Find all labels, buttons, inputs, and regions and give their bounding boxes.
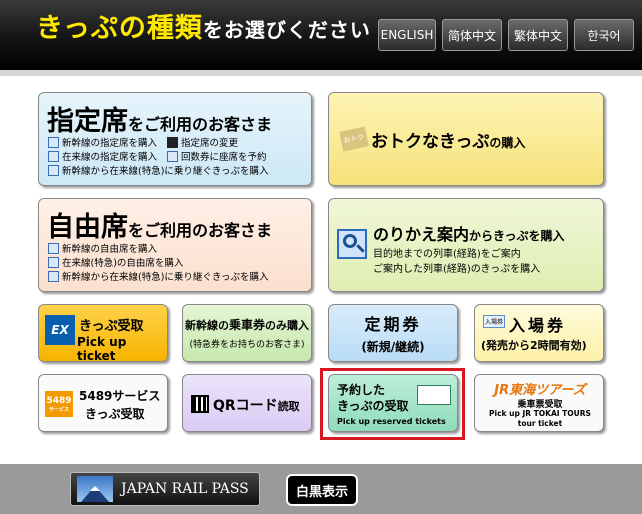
- title-main: きっぷの種類: [36, 13, 203, 44]
- platform-line2: (発売から2時間有効): [481, 339, 587, 352]
- reserved-item: 新幹線から在来線(特急)に乗り継ぐきっぷを購入: [48, 163, 269, 177]
- reserved-item-text: 新幹線の指定席を購入: [62, 138, 158, 149]
- transfer-icon: [48, 165, 59, 176]
- 5489-badge-sub: サービス: [48, 406, 69, 413]
- reserved-item-text: 新幹線から在来線(特急)に乗り継ぐきっぷを購入: [62, 166, 269, 177]
- reserved-pickup-line2: きっぷの受取: [337, 399, 409, 413]
- lang-zh-simplified-button[interactable]: 简体中文: [442, 19, 502, 51]
- unreserved-item-text: 在来線(特急)の自由席を購入: [62, 258, 184, 269]
- qr-line1-b: 読取: [277, 400, 300, 413]
- ex-pickup-button[interactable]: EX きっぷ受取 Pick up ticket: [38, 304, 168, 362]
- unreserved-item: 在来線(特急)の自由席を購入: [48, 255, 183, 269]
- otoku-title-rest: の購入: [489, 136, 526, 150]
- ex-logo-icon: EX: [45, 315, 75, 345]
- unreserved-item-text: 新幹線の自由席を購入: [62, 244, 158, 255]
- 5489-badge: 5489: [46, 395, 72, 406]
- mount-fuji-icon: [77, 476, 113, 502]
- lang-zh-traditional-button[interactable]: 繁体中文: [508, 19, 568, 51]
- divider: [0, 70, 642, 76]
- shinkansen-line1: 新幹線の乗車券のみ購入: [185, 316, 309, 333]
- tokai-tours-button[interactable]: JR東海ツアーズ 乗車票受取 Pick up JR TOKAI TOURS to…: [474, 374, 604, 432]
- ex-line1: きっぷ受取: [79, 319, 144, 334]
- train-icon: [48, 137, 59, 148]
- transfer-icon: [48, 271, 59, 282]
- transfer-title-big: のりかえ案内: [373, 225, 470, 244]
- tokai-line3: tour ticket: [517, 419, 563, 428]
- train-icon: [48, 243, 59, 254]
- ticket-icon: [417, 385, 451, 405]
- seat-icon: [167, 137, 178, 148]
- rail-pass-label: JAPAN RAIL PASS: [121, 481, 249, 497]
- otoku-ticket-button[interactable]: おトク おトクなきっぷの購入: [328, 92, 604, 186]
- ex-badge: EX: [51, 323, 69, 337]
- magnifier-icon: [337, 229, 367, 259]
- tokai-tours-logo: JR東海ツアーズ: [494, 383, 586, 398]
- reserved-pickup-line1: 予約した: [337, 383, 386, 397]
- unreserved-title-rest: をご利用のお客さま: [128, 221, 273, 240]
- ticket-icon: おトク: [339, 126, 369, 152]
- commuter-pass-button[interactable]: 定期券 (新規/継続): [328, 304, 458, 362]
- otoku-title-big: おトクなきっぷ: [371, 132, 490, 152]
- unreserved-item: 新幹線の自由席を購入: [48, 241, 157, 255]
- tokai-line2: Pick up JR TOKAI TOURS: [489, 409, 591, 418]
- reserved-item-text: 回数券に座席を予約: [181, 152, 267, 163]
- shinkansen-fare-only-button[interactable]: 新幹線の乗車券のみ購入 (特急券をお持ちのお客さま): [182, 304, 312, 362]
- shinkansen-line1-a: 新幹線の: [184, 319, 229, 332]
- transfer-line: 目的地までの列車(経路)をご案内: [373, 249, 521, 260]
- commuter-line2: (新規/継続): [361, 340, 425, 354]
- qr-code-button[interactable]: QRコード読取: [182, 374, 312, 432]
- qr-code-icon: [191, 395, 209, 413]
- qr-line1-a: QRコード: [213, 398, 278, 414]
- transfer-guide-button[interactable]: のりかえ案内からきっぷを購入 目的地までの列車(経路)をご案内 ご案内した列車(…: [328, 198, 604, 292]
- unreserved-title-kanji: 自由席: [47, 212, 128, 243]
- reserved-item: 在来線の指定席を購入: [48, 149, 157, 163]
- reserved-item-text: 在来線の指定席を購入: [62, 152, 158, 163]
- page-title: きっぷの種類をお選びください: [36, 6, 371, 45]
- reserved-item: 回数券に座席を予約: [167, 149, 267, 163]
- unreserved-title: 自由席をご利用のお客さま: [47, 205, 272, 244]
- otoku-badge: おトク: [342, 132, 366, 146]
- lang-english-button[interactable]: ENGLISH: [378, 19, 436, 51]
- monochrome-toggle-button[interactable]: 白黒表示: [286, 474, 358, 506]
- coupon-icon: [167, 151, 178, 162]
- shinkansen-line1-c: のみ購入: [265, 319, 309, 332]
- ex-line2: Pick up ticket: [77, 335, 127, 362]
- platform-ticket-icon: 入場券: [483, 315, 505, 328]
- qr-title: QRコード読取: [213, 395, 300, 415]
- unreserved-item: 新幹線から在来線(特急)に乗り継ぐきっぷを購入: [48, 269, 269, 283]
- transfer-title: のりかえ案内からきっぷを購入: [373, 221, 565, 245]
- japan-rail-pass-button[interactable]: JAPAN RAIL PASS: [70, 472, 260, 506]
- reserved-title-kanji: 指定席: [47, 106, 128, 137]
- platform-ticket-button[interactable]: 入場券 入場券 (発売から2時間有効): [474, 304, 604, 362]
- commuter-line1: 定期券: [364, 315, 422, 334]
- train-icon: [48, 151, 59, 162]
- reserved-title: 指定席をご利用のお客さま: [47, 99, 272, 138]
- transfer-title-rest: からきっぷを購入: [469, 229, 565, 243]
- 5489-logo-icon: 5489 サービス: [45, 391, 73, 417]
- train-icon: [48, 257, 59, 268]
- shinkansen-line1-b: 乗車券: [228, 318, 265, 332]
- platform-badge: 入場券: [484, 319, 503, 326]
- otoku-title: おトクなきっぷの購入: [371, 127, 525, 152]
- reserved-title-rest: をご利用のお客さま: [128, 115, 273, 134]
- 5489-line1: 5489サービス: [79, 389, 161, 403]
- reserved-pickup-line3: Pick up reserved tickets: [337, 417, 446, 426]
- service-5489-button[interactable]: 5489 サービス 5489サービス きっぷ受取: [38, 374, 168, 432]
- platform-line1: 入場券: [509, 316, 567, 335]
- 5489-line2: きっぷ受取: [85, 407, 145, 421]
- reserved-item-text: 指定席の変更: [181, 138, 239, 149]
- transfer-line: ご案内した列車(経路)のきっぷを購入: [373, 264, 541, 275]
- reserved-ticket-pickup-button[interactable]: 予約した きっぷの受取 Pick up reserved tickets: [328, 374, 458, 432]
- unreserved-item-text: 新幹線から在来線(特急)に乗り継ぐきっぷを購入: [62, 272, 269, 283]
- shinkansen-line2: (特急券をお持ちのお客さま): [189, 340, 305, 350]
- reserved-item: 指定席の変更: [167, 135, 238, 149]
- unreserved-seat-button[interactable]: 自由席をご利用のお客さま 新幹線の自由席を購入 在来線(特急)の自由席を購入 新…: [38, 198, 312, 292]
- lang-korean-button[interactable]: 한국어: [574, 19, 634, 51]
- title-rest: をお選びください: [202, 18, 371, 42]
- reserved-item: 新幹線の指定席を購入: [48, 135, 157, 149]
- reserved-seat-button[interactable]: 指定席をご利用のお客さま 新幹線の指定席を購入 指定席の変更 在来線の指定席を購…: [38, 92, 312, 186]
